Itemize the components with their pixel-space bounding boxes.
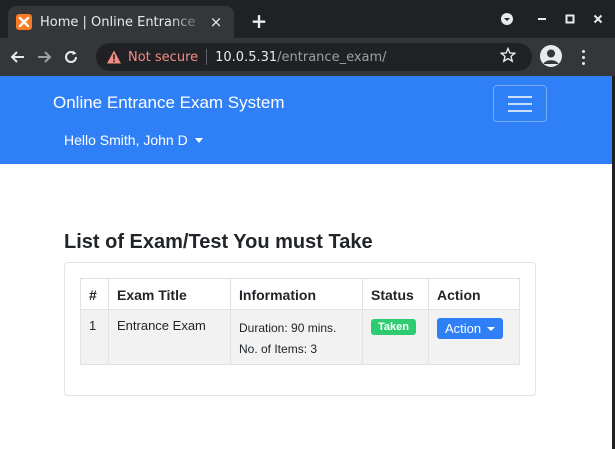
url-path: /entrance_exam/ <box>277 49 387 65</box>
address-bar[interactable]: Not secure 10.0.5.31 /entrance_exam/ <box>96 43 532 71</box>
new-tab-button[interactable]: + <box>246 9 272 35</box>
row-action: Action <box>428 309 520 365</box>
back-arrow-icon[interactable] <box>7 46 29 68</box>
table-row: 1 Entrance Exam Duration: 90 mins. No. o… <box>80 309 520 365</box>
page-title: List of Exam/Test You must Take <box>64 231 373 253</box>
browser-toolbar: Not secure 10.0.5.31 /entrance_exam/ <box>0 38 615 76</box>
omnibox-separator <box>206 49 208 65</box>
row-information: Duration: 90 mins. No. of Items: 3 <box>230 309 363 365</box>
action-button-label: Action <box>445 321 482 336</box>
profile-indicator-icon[interactable] <box>496 0 518 38</box>
close-window-icon[interactable] <box>584 0 612 38</box>
col-header-exam-title: Exam Title <box>108 278 231 310</box>
exam-duration: Duration: 90 mins. <box>239 321 337 335</box>
reload-icon[interactable] <box>60 46 82 68</box>
exam-list-card: # Exam Title Information Status Action 1… <box>64 262 536 396</box>
user-greeting: Hello Smith, John D <box>64 132 188 148</box>
browser-tab[interactable]: Home | Online Entrance Exam System × <box>8 6 234 38</box>
not-secure-label[interactable]: Not secure <box>128 50 198 65</box>
col-header-action: Action <box>428 278 520 310</box>
exam-table: # Exam Title Information Status Action 1… <box>80 278 520 365</box>
tab-close-icon[interactable]: × <box>206 12 226 32</box>
user-menu-dropdown[interactable]: Hello Smith, John D <box>64 132 203 148</box>
action-dropdown-button[interactable]: Action <box>437 318 504 339</box>
row-status: Taken <box>362 309 429 365</box>
caret-down-icon <box>487 326 496 331</box>
warning-icon <box>107 50 121 64</box>
col-header-information: Information <box>230 278 363 310</box>
caret-down-icon <box>194 137 203 143</box>
menu-dots-icon[interactable] <box>576 46 590 68</box>
exam-item-count: No. of Items: 3 <box>239 342 318 356</box>
xampp-favicon-icon <box>16 14 32 30</box>
forward-arrow-icon[interactable] <box>33 46 55 68</box>
maximize-window-icon[interactable] <box>556 0 584 38</box>
account-icon[interactable] <box>540 45 562 67</box>
col-header-number: # <box>80 278 109 310</box>
bookmark-star-icon[interactable] <box>499 46 517 67</box>
table-header-row: # Exam Title Information Status Action <box>80 278 520 310</box>
row-exam-title: Entrance Exam <box>108 309 231 365</box>
tab-title-fade <box>168 10 208 34</box>
site-navbar: Online Entrance Exam System Hello Smith,… <box>0 76 615 164</box>
browser-titlebar: Home | Online Entrance Exam System × + <box>0 0 615 38</box>
col-header-status: Status <box>362 278 429 310</box>
status-badge: Taken <box>371 319 416 335</box>
url-host: 10.0.5.31 <box>215 49 278 65</box>
minimize-window-icon[interactable] <box>528 0 556 38</box>
navbar-toggler-hamburger-icon[interactable] <box>493 85 547 122</box>
row-number: 1 <box>80 309 109 365</box>
site-brand[interactable]: Online Entrance Exam System <box>53 93 284 113</box>
page-viewport: Online Entrance Exam System Hello Smith,… <box>0 76 615 449</box>
